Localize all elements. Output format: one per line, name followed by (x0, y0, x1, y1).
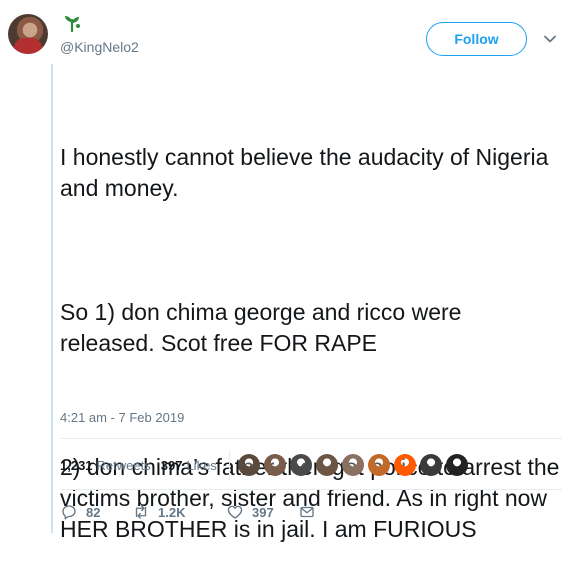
retweets-stat[interactable]: 1,231 Retweets (60, 458, 151, 473)
divider (60, 489, 562, 490)
reply-count: 82 (86, 504, 101, 520)
thread-connector-line (51, 64, 53, 533)
tweet-paragraph: So 1) don chima george and ricco were re… (60, 299, 468, 356)
sprout-icon-svg (65, 16, 80, 32)
tweet-timestamp[interactable]: 4:21 am - 7 Feb 2019 (60, 410, 184, 425)
liker-avatar-4[interactable] (315, 454, 338, 476)
retweets-count: 1,231 (60, 457, 93, 473)
direct-message-button[interactable] (298, 503, 324, 521)
liker-avatar-3[interactable] (289, 454, 312, 476)
sprout-icon (60, 14, 84, 32)
tweet-actions: 82 1.2K 397 (60, 500, 324, 524)
reply-icon (62, 505, 76, 520)
tweet-stats: 1,231 Retweets 397 Likes (60, 448, 472, 482)
tweet-paragraph: I honestly cannot believe the audacity o… (60, 144, 555, 201)
liker-avatar-6[interactable] (367, 454, 390, 476)
retweet-count: 1.2K (158, 504, 186, 520)
liker-avatar-8[interactable] (419, 454, 442, 476)
liker-avatar-9[interactable] (445, 454, 468, 476)
stats-separator (228, 450, 230, 480)
likes-label: Likes (186, 457, 217, 473)
likes-count: 397 (160, 457, 183, 473)
user-handle[interactable]: @KingNelo2 (60, 39, 139, 55)
heart-icon (227, 505, 243, 519)
retweet-button[interactable]: 1.2K (132, 503, 226, 521)
retweet-icon (135, 505, 147, 519)
likes-stat[interactable]: 397 Likes (161, 458, 217, 473)
chevron-down-icon[interactable] (543, 32, 557, 46)
avatar-shirt (14, 38, 42, 54)
reply-button[interactable]: 82 (60, 503, 132, 521)
liker-avatars (237, 454, 472, 476)
envelope-icon (300, 506, 314, 518)
liker-avatar-7[interactable] (393, 454, 416, 476)
liker-avatar-2[interactable] (263, 454, 286, 476)
liker-avatar-1[interactable] (237, 454, 260, 476)
divider (60, 438, 562, 439)
liker-avatar-5[interactable] (341, 454, 364, 476)
retweets-label: Retweets (96, 457, 151, 473)
avatar[interactable] (8, 14, 48, 54)
like-count: 397 (252, 504, 274, 520)
follow-button[interactable]: Follow (426, 22, 527, 56)
like-button[interactable]: 397 (226, 503, 298, 521)
